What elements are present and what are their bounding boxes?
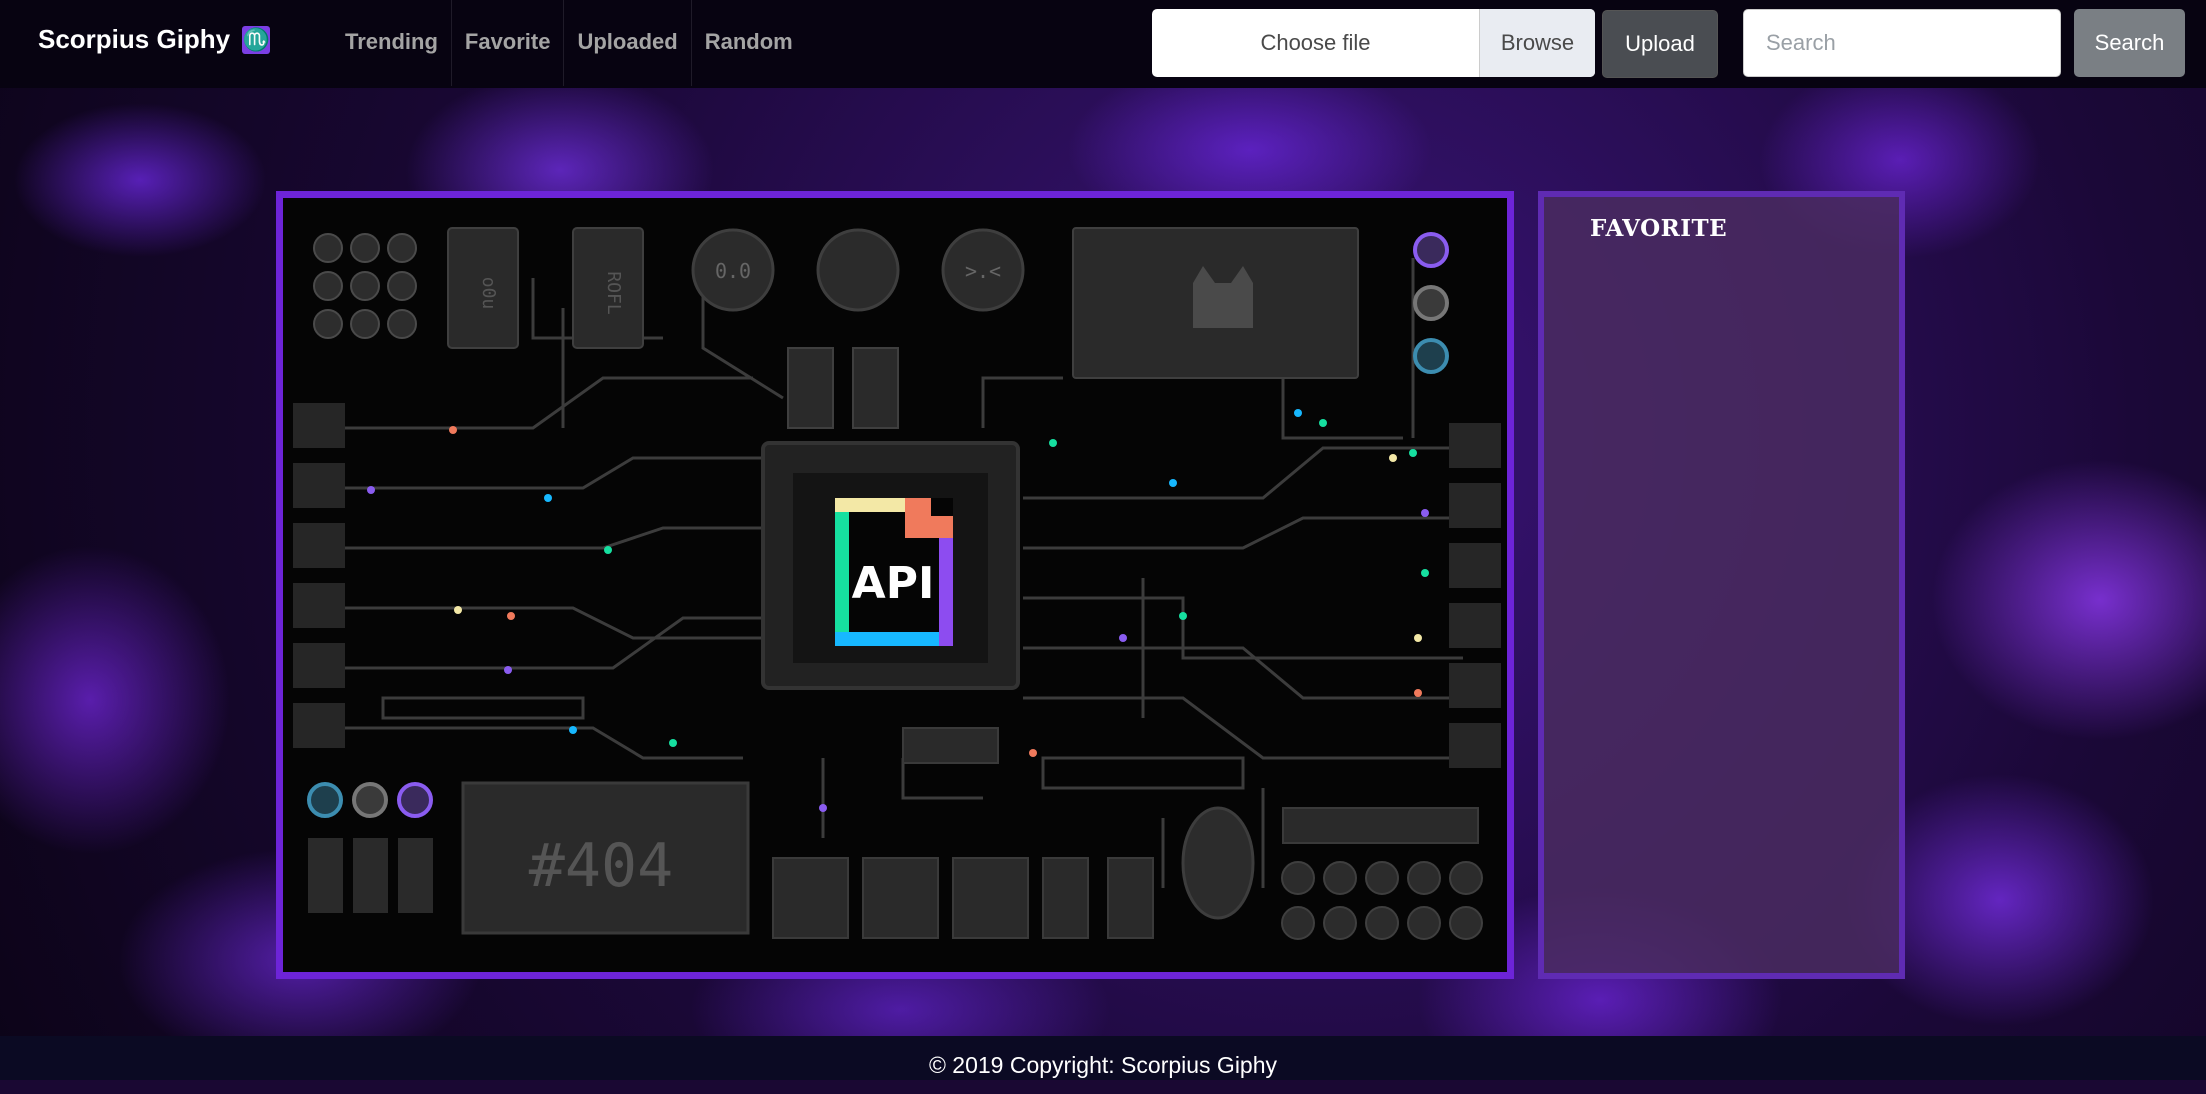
scorpius-zodiac-icon: ♏ [242,25,271,54]
svg-text:API: API [852,558,935,609]
gif-display[interactable]: o0u ROFL 0.0 >.< API #404 [276,191,1514,979]
svg-text:#404: #404 [529,831,674,901]
svg-text:o0u: o0u [478,277,499,310]
file-input[interactable]: Choose file Browse [1152,9,1595,77]
brand-name: Scorpius Giphy [38,24,231,54]
nav-favorite[interactable]: Favorite [452,0,565,86]
svg-text:>.<: >.< [965,259,1001,283]
copyright-text: © 2019 Copyright: Scorpius Giphy [928,1052,1278,1078]
svg-text:ROFL: ROFL [603,271,624,315]
file-input-label: Choose file [1260,30,1371,55]
favorite-panel: FAVORITE [1538,191,1905,979]
brand[interactable]: Scorpius Giphy ♏ [38,24,271,55]
nav-trending[interactable]: Trending [332,0,452,86]
nav-random[interactable]: Random [692,0,806,86]
svg-text:0.0: 0.0 [715,259,751,283]
search-button[interactable]: Search [2074,9,2185,77]
gif-image: o0u ROFL 0.0 >.< API #404 [283,198,1507,972]
search-input[interactable] [1743,9,2061,77]
navbar: Scorpius Giphy ♏ Trending Favorite Uploa… [0,0,2206,88]
browse-button[interactable]: Browse [1479,9,1595,77]
circuit-board-illustration: o0u ROFL 0.0 >.< API #404 [293,227,1501,940]
nav-uploaded[interactable]: Uploaded [564,0,692,86]
footer: © 2019 Copyright: Scorpius Giphy [0,1036,2206,1080]
nav-links: Trending Favorite Uploaded Random [332,0,806,86]
upload-button[interactable]: Upload [1602,10,1718,78]
favorite-title: FAVORITE [1590,215,1728,242]
